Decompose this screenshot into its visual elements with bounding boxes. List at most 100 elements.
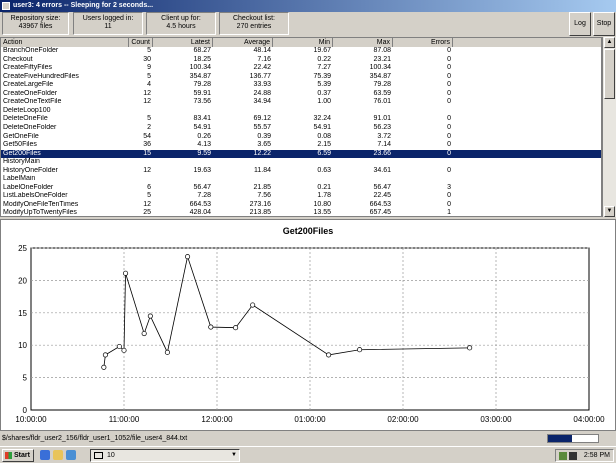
cell-errors: 0 [447, 98, 451, 106]
cell-errors: 0 [447, 141, 451, 149]
data-point [141, 330, 147, 337]
table-row[interactable]: HistoryMain [1, 158, 601, 167]
cell-count: 36 [143, 141, 151, 149]
stop-button[interactable]: Stop [593, 12, 615, 36]
table-row[interactable]: DeleteLoop100 [1, 107, 601, 116]
cell-min: 0.08 [317, 132, 331, 140]
cell-action: LabelOneFolder [3, 183, 54, 191]
table-row[interactable]: DeleteOneFolder 2 54.91 55.57 54.91 56.23 0 [1, 124, 601, 133]
table-row[interactable]: HistoryOneFolder 12 19.63 11.84 0.63 34.61 0 [1, 167, 601, 176]
cell-errors: 1 [447, 209, 451, 217]
stat-users-logged-in: Users logged in: 11 [73, 12, 143, 35]
cell-errors [393, 107, 453, 116]
cell-min: 13.55 [313, 209, 331, 217]
column-header-action[interactable]: Action [1, 38, 129, 47]
stat-value: 270 entries [236, 23, 272, 30]
table-row[interactable]: LabelOneFolder 6 56.47 21.85 0.21 56.47 3 [1, 184, 601, 193]
cell-latest: 56.47 [193, 183, 211, 191]
cell-errors: 0 [447, 115, 451, 123]
cell-errors: 0 [447, 81, 451, 89]
table-row[interactable]: LabelMain [1, 175, 601, 184]
cell-average [213, 158, 273, 167]
column-header-latest[interactable]: Latest [153, 38, 213, 47]
actions-table[interactable]: Action Count Latest Average Min Max Erro… [0, 37, 602, 217]
scroll-thumb[interactable] [604, 49, 615, 99]
explorer-icon[interactable] [66, 450, 76, 460]
cell-average: 7.56 [257, 192, 271, 200]
stat-label: Repository size: [10, 15, 61, 22]
data-point [123, 270, 129, 276]
table-row[interactable]: Checkout 30 18.25 7.16 0.22 23.21 0 [1, 56, 601, 65]
cell-action: CreateLargeFile [3, 81, 54, 89]
cell-latest: 19.63 [193, 166, 211, 174]
chevron-down-icon: ▼ [231, 452, 237, 458]
cell-average: 12.22 [253, 149, 271, 157]
column-header-min[interactable]: Min [273, 38, 333, 47]
cell-count: 9 [147, 64, 151, 72]
cell-errors: 0 [447, 64, 451, 72]
log-button[interactable]: Log [569, 12, 591, 36]
cell-min: 19.67 [313, 47, 331, 54]
table-row[interactable]: CreateLargeFile 4 79.28 33.93 5.39 79.28 0 [1, 81, 601, 90]
cell-min [273, 107, 333, 116]
cell-latest: 59.91 [193, 89, 211, 97]
table-row[interactable]: CreateFiftyFiles 9 100.34 22.42 7.27 100.34 0 [1, 64, 601, 73]
cell-action: ModifyOneFileTenTimes [3, 200, 79, 208]
cell-count: 5 [147, 192, 151, 200]
table-row[interactable]: CreateFiveHundredFiles 5 354.87 136.77 75.39… [1, 73, 601, 82]
table-row[interactable]: BranchOneFolder 5 68.27 48.14 19.67 87.08 0 [1, 47, 601, 56]
cell-max: 23.21 [373, 55, 391, 63]
cell-average: 0.39 [257, 132, 271, 140]
cell-latest: 9.59 [197, 149, 211, 157]
cell-latest: 54.91 [193, 123, 211, 131]
cell-count: 15 [143, 149, 151, 157]
cell-count: 5 [147, 72, 151, 80]
cell-max [333, 107, 393, 116]
taskbar-item[interactable]: 10 ▼ [90, 449, 240, 462]
column-header-count[interactable]: Count [129, 38, 153, 47]
table-row[interactable]: Get200Files 15 9.59 12.22 6.59 23.66 0 [1, 149, 601, 159]
table-row[interactable]: CreateOneTextFile 12 73.56 34.94 1.00 76.01 0 [1, 98, 601, 107]
cell-action: Checkout [3, 55, 33, 63]
taskbar: Start 10 ▼ 2:58 PM [0, 446, 616, 463]
table-row[interactable]: ModifyOneFileTenTimes 12 664.53 273.16 10.80… [1, 201, 601, 210]
cell-action: HistoryOneFolder [3, 166, 58, 174]
table-row[interactable]: ListLabelsOneFolder 5 7.28 7.56 1.78 22.45 0 [1, 192, 601, 201]
column-header-max[interactable]: Max [333, 38, 393, 47]
table-row[interactable]: ModifyUpToTwentyFiles 25 428.04 213.85 13.55… [1, 209, 601, 217]
console-icon[interactable] [569, 452, 577, 460]
table-row[interactable]: CreateOneFolder 12 59.91 24.88 0.37 63.59 0 [1, 90, 601, 99]
cell-min: 0.21 [317, 183, 331, 191]
folder-icon[interactable] [53, 450, 63, 460]
y-tick-label: 5 [23, 374, 28, 383]
start-button[interactable]: Start [2, 449, 34, 462]
table-row[interactable]: Get50Files 36 4.13 3.65 2.15 7.14 0 [1, 141, 601, 150]
cell-min: 75.39 [313, 72, 331, 80]
table-row[interactable]: DeleteOneFile 5 83.41 69.12 32.24 91.01 0 [1, 115, 601, 124]
cell-errors [393, 175, 453, 184]
cell-max [333, 158, 393, 167]
clock: 2:58 PM [583, 452, 610, 459]
table-row[interactable]: GetOneFile 54 0.26 0.39 0.08 3.72 0 [1, 133, 601, 142]
column-header-errors[interactable]: Errors [393, 38, 453, 47]
cell-latest [153, 175, 213, 184]
cell-latest: 0.26 [197, 132, 211, 140]
cell-average: 213.85 [249, 209, 271, 217]
x-tick-label: 10:00:00 [15, 415, 47, 424]
network-icon[interactable] [559, 452, 567, 460]
cell-max: 100.34 [369, 64, 391, 72]
cell-max: 56.47 [373, 183, 391, 191]
cell-max: 7.14 [377, 141, 391, 149]
cell-errors: 0 [447, 72, 451, 80]
cell-min: 6.59 [317, 149, 331, 157]
table-scrollbar[interactable]: ▲ ▼ [602, 37, 616, 217]
stat-label: Checkout list: [232, 15, 276, 22]
ie-icon[interactable] [40, 450, 50, 460]
cell-latest [153, 158, 213, 167]
scroll-down-arrow-icon[interactable]: ▼ [604, 206, 615, 217]
column-header-average[interactable]: Average [213, 38, 273, 47]
data-point [164, 349, 170, 355]
scroll-up-arrow-icon[interactable]: ▲ [604, 37, 615, 48]
x-tick-label: 12:00:00 [201, 415, 233, 424]
y-tick-label: 20 [18, 276, 27, 285]
